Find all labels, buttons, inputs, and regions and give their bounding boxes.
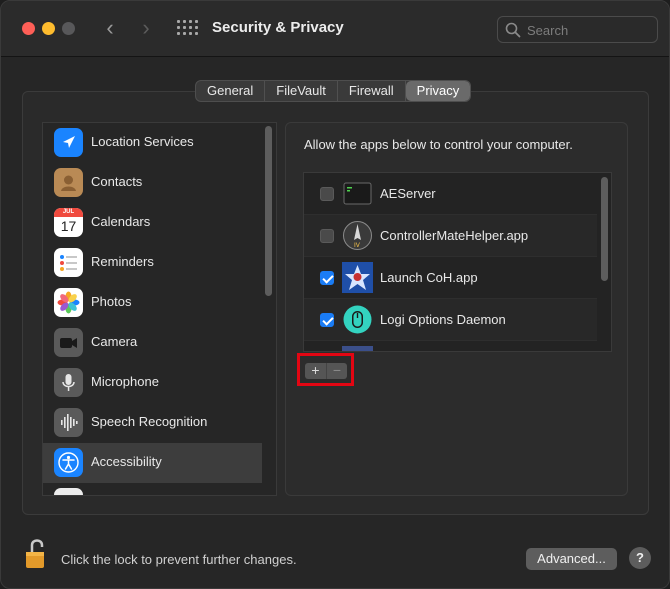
logi-mouse-app-icon <box>342 304 373 335</box>
remove-app-button[interactable]: − <box>326 363 347 379</box>
unlocked-lock-icon[interactable] <box>25 538 49 570</box>
pane-description: Allow the apps below to control your com… <box>304 137 573 152</box>
allowed-apps-list[interactable]: AEServer IV ControllerMateHelper.app Lau… <box>303 172 612 352</box>
accessibility-pane: Allow the apps below to control your com… <box>285 122 628 496</box>
sidebar-item-label: Contacts <box>91 174 143 189</box>
app-row-controllermatehelper[interactable]: IV ControllerMateHelper.app <box>304 215 597 257</box>
microphone-icon <box>54 368 83 397</box>
privacy-category-list[interactable]: Location Services Contacts JUL 17 Calend… <box>42 122 277 496</box>
app-checkbox[interactable] <box>320 229 334 243</box>
search-icon <box>505 22 521 38</box>
search-field[interactable]: Search <box>497 16 658 43</box>
app-checkbox-checked[interactable] <box>320 313 334 327</box>
lock-status-text: Click the lock to prevent further change… <box>61 552 297 567</box>
app-name: ControllerMateHelper.app <box>380 228 529 243</box>
waveform-icon <box>54 408 83 437</box>
sidebar-item-label: Microphone <box>91 374 159 389</box>
sidebar-item-calendars[interactable]: JUL 17 Calendars <box>43 203 262 243</box>
app-name: Launch CoH.app <box>380 270 478 285</box>
app-row-logi-options-daemon[interactable]: Logi Options Daemon <box>304 299 597 341</box>
contacts-book-icon <box>54 168 83 197</box>
controllermate-app-icon: IV <box>342 220 373 251</box>
sidebar-item-label: Reminders <box>91 254 154 269</box>
search-placeholder: Search <box>527 23 569 38</box>
show-all-button[interactable] <box>177 20 198 38</box>
window-title: Security & Privacy <box>212 19 344 36</box>
photos-flower-icon <box>54 288 83 317</box>
sidebar-item-camera[interactable]: Camera <box>43 323 262 363</box>
advanced-button[interactable]: Advanced... <box>526 548 617 570</box>
tab-general[interactable]: General <box>196 81 266 101</box>
app-checkbox-checked[interactable] <box>320 271 334 285</box>
sidebar-item-speech-recognition[interactable]: Speech Recognition <box>43 403 262 443</box>
sidebar-item-reminders[interactable]: Reminders <box>43 243 262 283</box>
app-row-aeserver[interactable]: AEServer <box>304 173 597 215</box>
tab-firewall[interactable]: Firewall <box>338 81 406 101</box>
zoom-window-button[interactable] <box>62 22 75 35</box>
sidebar-item-photos[interactable]: Photos <box>43 283 262 323</box>
sidebar-item-location-services[interactable]: Location Services <box>43 123 262 163</box>
forward-button[interactable]: › <box>134 16 158 42</box>
security-privacy-window: ‹ › Security & Privacy Search General Fi… <box>0 0 670 589</box>
close-window-button[interactable] <box>22 22 35 35</box>
app-row-partial[interactable] <box>304 341 597 351</box>
minimize-window-button[interactable] <box>42 22 55 35</box>
sidebar-item-microphone[interactable]: Microphone <box>43 363 262 403</box>
sidebar-item-partial[interactable] <box>43 483 262 495</box>
sidebar-item-label: Speech Recognition <box>91 414 208 429</box>
sidebar-item-accessibility[interactable]: Accessibility <box>43 443 262 483</box>
sidebar-item-label: Location Services <box>91 134 194 149</box>
app-row-launch-coh[interactable]: Launch CoH.app <box>304 257 597 299</box>
back-button[interactable]: ‹ <box>98 16 122 42</box>
tab-bar: General FileVault Firewall Privacy <box>195 80 472 102</box>
calendar-month: JUL <box>54 208 83 217</box>
title-bar: ‹ › Security & Privacy Search <box>1 1 669 57</box>
svg-text:IV: IV <box>354 242 361 249</box>
chevron-left-icon: ‹ <box>106 15 114 40</box>
tab-filevault[interactable]: FileVault <box>265 81 338 101</box>
tab-privacy[interactable]: Privacy <box>405 81 471 101</box>
partial-item-icon <box>54 488 83 495</box>
sidebar-item-label: Photos <box>91 294 132 309</box>
sidebar-item-label: Calendars <box>91 214 151 229</box>
sidebar-item-label: Camera <box>91 334 138 349</box>
apps-list-scrollbar[interactable] <box>601 177 608 281</box>
camera-icon <box>54 328 83 357</box>
app-checkbox[interactable] <box>320 187 334 201</box>
location-arrow-icon <box>54 128 83 157</box>
accessibility-icon <box>54 448 83 477</box>
add-remove-highlight: + − <box>297 353 354 386</box>
calendar-icon: JUL 17 <box>54 208 83 237</box>
launch-coh-app-icon <box>342 262 373 293</box>
calendar-day: 17 <box>60 218 77 234</box>
help-button[interactable]: ? <box>629 547 651 569</box>
reminders-list-icon <box>54 248 83 277</box>
app-name: AEServer <box>380 186 436 201</box>
app-name: Logi Options Daemon <box>380 312 506 327</box>
terminal-app-icon <box>342 178 373 209</box>
partial-app-icon <box>342 346 373 351</box>
sidebar-scrollbar[interactable] <box>265 126 272 296</box>
chevron-right-icon: › <box>142 15 150 40</box>
sidebar-item-contacts[interactable]: Contacts <box>43 163 262 203</box>
sidebar-item-label: Accessibility <box>91 454 162 469</box>
add-app-button[interactable]: + <box>305 363 326 379</box>
